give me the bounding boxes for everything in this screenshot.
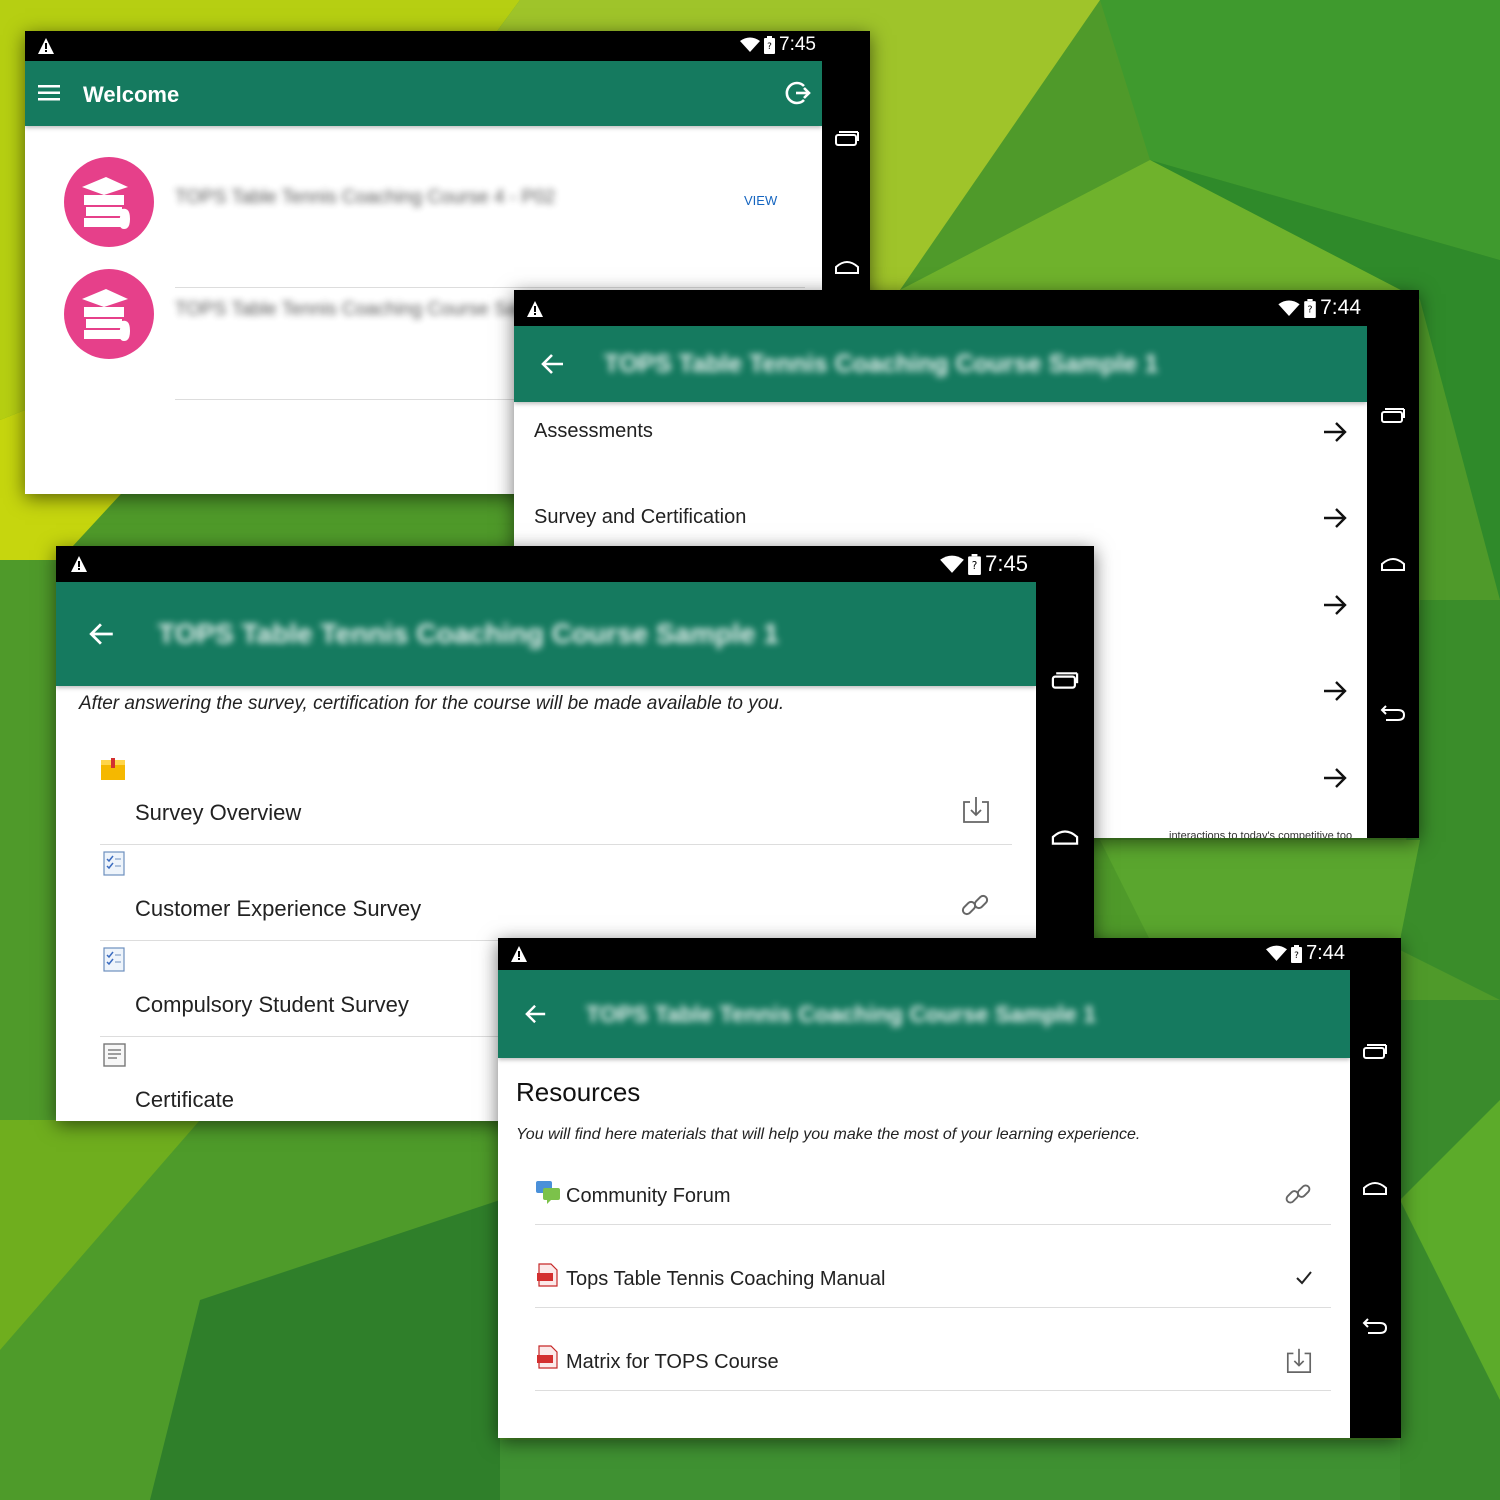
course-badge-icon <box>64 269 154 359</box>
page-title: TOPS Table Tennis Coaching Course Sample… <box>158 618 779 649</box>
recents-icon[interactable] <box>1380 406 1406 426</box>
app-bar: TOPS Table Tennis Coaching Course Sample… <box>56 582 1036 686</box>
warning-icon <box>38 38 54 54</box>
home-icon[interactable] <box>1050 826 1080 848</box>
battery-icon: ? <box>968 553 982 575</box>
download-icon[interactable] <box>961 794 991 824</box>
divider <box>535 1224 1331 1225</box>
status-bar: ? 7:44 <box>498 938 1401 970</box>
status-bar: ? 7:45 <box>56 546 1094 582</box>
arrow-right-icon[interactable] <box>1322 592 1348 618</box>
clock: 7:45 <box>779 34 816 55</box>
logout-icon[interactable] <box>784 79 812 107</box>
item-label: Survey Overview <box>135 800 302 825</box>
item-label: Certificate <box>135 1087 235 1112</box>
back-arrow-icon[interactable] <box>524 1003 548 1025</box>
resources-tablet: ? 7:44 TOPS Table Tennis Coaching Course… <box>498 938 1401 1438</box>
row-label: Survey and Certification <box>534 506 747 528</box>
back-nav-icon[interactable] <box>1362 1315 1388 1335</box>
menu-icon[interactable] <box>38 83 62 103</box>
page-title: TOPS Table Tennis Coaching Course Sample… <box>586 1001 1096 1027</box>
svg-text:?: ? <box>972 560 978 572</box>
svg-text:?: ? <box>1294 951 1299 961</box>
home-icon[interactable] <box>1380 554 1406 574</box>
divider <box>535 1390 1331 1391</box>
arrow-right-icon[interactable] <box>1322 419 1348 445</box>
section-heading: Resources <box>516 1077 641 1107</box>
recents-icon[interactable] <box>834 129 860 149</box>
battery-icon: ? <box>1291 944 1303 963</box>
warning-icon <box>527 301 543 317</box>
resources-screen: TOPS Table Tennis Coaching Course Sample… <box>498 970 1350 1438</box>
wifi-icon <box>1278 300 1300 316</box>
app-bar: TOPS Table Tennis Coaching Course Sample… <box>498 970 1350 1058</box>
pdf-icon <box>537 1263 558 1287</box>
item-label: Community Forum <box>566 1185 731 1207</box>
wifi-icon <box>740 37 761 52</box>
warning-icon <box>71 556 87 572</box>
arrow-right-icon[interactable] <box>1322 678 1348 704</box>
course-name: TOPS Table Tennis Coaching Course 4 - P0… <box>175 187 556 208</box>
download-icon[interactable] <box>1285 1346 1313 1374</box>
resources-description: You will find here materials that will h… <box>516 1126 1141 1143</box>
link-icon[interactable] <box>1282 1178 1314 1210</box>
course-name: TOPS Table Tennis Coaching Course Sample <box>175 299 559 320</box>
status-bar: ? 7:45 <box>25 31 870 61</box>
page-title: TOPS Table Tennis Coaching Course Sample… <box>604 350 1159 378</box>
row-label: Assessments <box>534 420 653 442</box>
recents-icon[interactable] <box>1362 1042 1388 1062</box>
item-label: Tops Table Tennis Coaching Manual <box>566 1268 886 1290</box>
wifi-icon <box>1266 945 1288 961</box>
course-badge-icon <box>64 157 154 247</box>
battery-icon: ? <box>1304 298 1316 318</box>
svg-text:?: ? <box>767 42 772 52</box>
divider <box>175 287 805 288</box>
recents-icon[interactable] <box>1050 670 1080 692</box>
item-label: Matrix for TOPS Course <box>566 1351 779 1373</box>
divider <box>100 844 1012 845</box>
warning-icon <box>511 946 527 962</box>
wifi-icon <box>940 555 965 573</box>
home-icon[interactable] <box>1362 1178 1388 1198</box>
app-bar: TOPS Table Tennis Coaching Course Sample… <box>514 326 1367 402</box>
item-label: Customer Experience Survey <box>135 896 422 921</box>
back-nav-icon[interactable] <box>1380 702 1406 722</box>
certificate-icon <box>103 1043 126 1067</box>
clock: 7:44 <box>1320 296 1361 319</box>
check-icon <box>1296 1271 1312 1285</box>
footer-text: interactions to today's competitive too <box>1169 830 1353 838</box>
back-arrow-icon[interactable] <box>88 621 116 647</box>
survey-icon <box>103 851 125 876</box>
battery-icon: ? <box>764 36 776 54</box>
nav-bar <box>1350 938 1401 1438</box>
clock: 7:44 <box>1306 942 1345 964</box>
back-arrow-icon[interactable] <box>540 352 566 376</box>
package-icon <box>101 758 125 780</box>
pdf-icon <box>537 1345 558 1369</box>
nav-bar <box>1367 290 1419 838</box>
svg-text:?: ? <box>1308 304 1313 315</box>
divider <box>535 1307 1331 1308</box>
home-icon[interactable] <box>834 257 860 277</box>
app-bar: Welcome <box>25 61 822 126</box>
survey-icon <box>103 947 125 972</box>
status-bar: ? 7:44 <box>514 290 1419 326</box>
view-link[interactable]: VIEW <box>744 193 777 208</box>
arrow-right-icon[interactable] <box>1322 765 1348 791</box>
survey-description: After answering the survey, certificatio… <box>79 693 785 714</box>
arrow-right-icon[interactable] <box>1322 505 1348 531</box>
item-label: Compulsory Student Survey <box>135 992 409 1017</box>
link-icon[interactable] <box>958 888 992 922</box>
clock: 7:45 <box>985 551 1028 576</box>
forum-icon <box>536 1181 560 1204</box>
page-title: Welcome <box>83 82 180 107</box>
